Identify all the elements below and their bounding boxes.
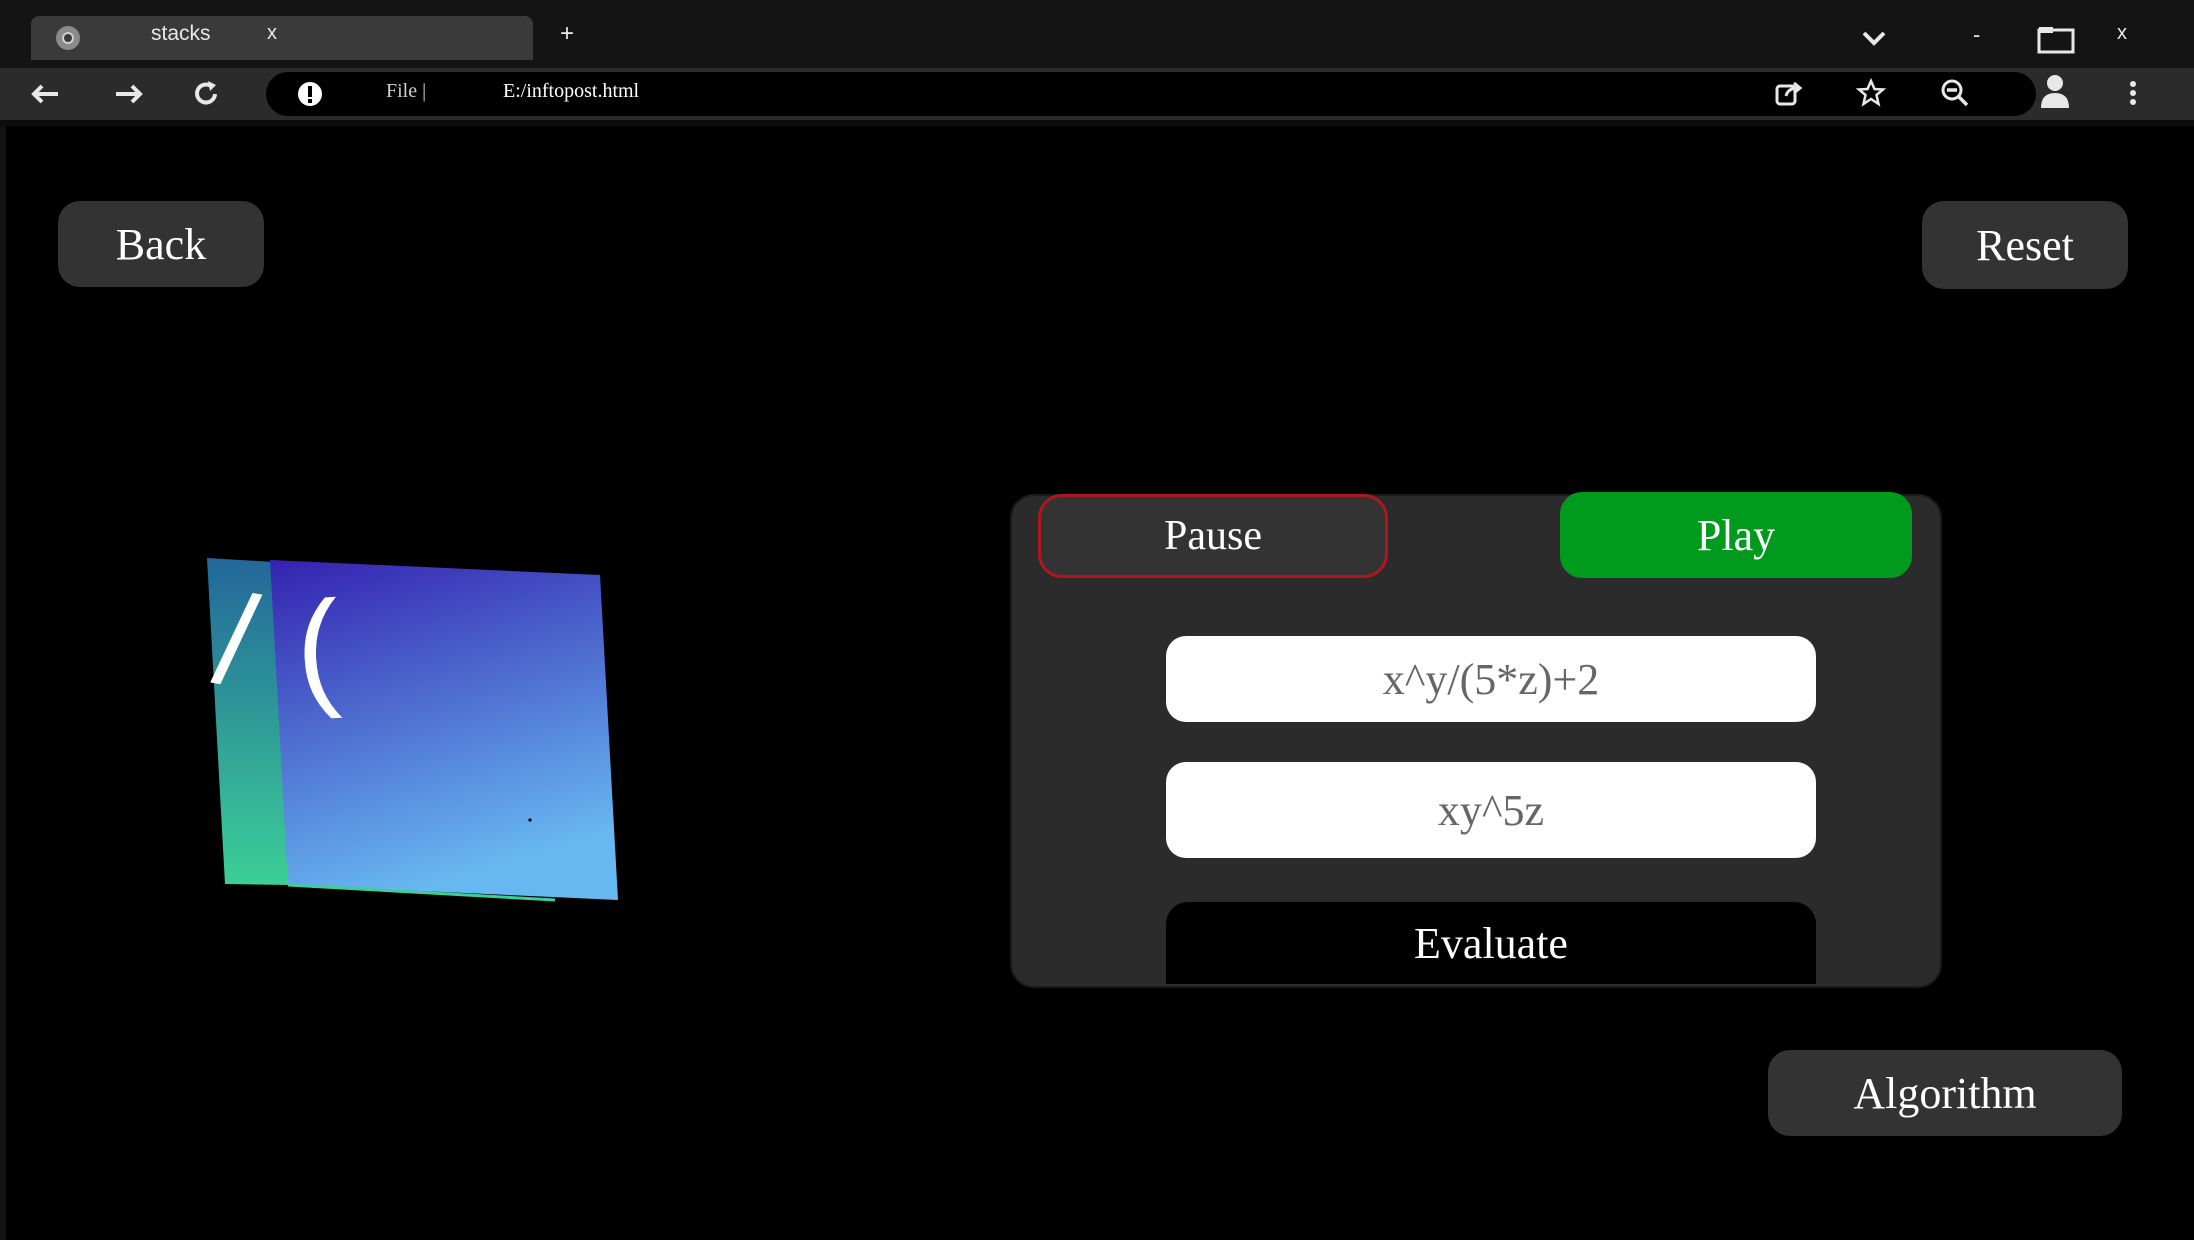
reload-icon[interactable] (189, 77, 223, 111)
share-icon[interactable] (1774, 78, 1804, 108)
infix-expression-input[interactable] (1166, 636, 1816, 722)
algorithm-button[interactable]: Algorithm (1768, 1050, 2122, 1136)
profile-avatar-icon[interactable] (2038, 72, 2072, 110)
evaluate-button[interactable]: Evaluate (1166, 902, 1816, 984)
reset-button[interactable]: Reset (1922, 201, 2128, 289)
tab-title: stacks (151, 22, 211, 45)
site-info-icon[interactable] (296, 80, 324, 108)
maximize-icon[interactable] (2036, 24, 2076, 54)
toolbar-divider (0, 120, 2194, 126)
back-arrow-icon[interactable] (28, 77, 62, 111)
zoom-out-icon[interactable] (1940, 78, 1970, 108)
minimize-button[interactable]: - (1973, 22, 1980, 48)
stack-visualization (207, 558, 618, 902)
browser-logo-icon (56, 26, 80, 50)
url-text[interactable]: E:/inftopost.html (503, 80, 639, 103)
browser-tab[interactable]: stacks x (31, 16, 533, 60)
bookmark-star-icon[interactable] (1856, 78, 1886, 108)
tab-close-button[interactable]: x (267, 22, 277, 45)
tab-search-chevron-icon[interactable] (1860, 28, 1888, 48)
back-button[interactable]: Back (58, 201, 264, 287)
postfix-expression-output[interactable] (1166, 762, 1816, 858)
pause-button[interactable]: Pause (1038, 494, 1388, 578)
url-scheme-label: File | (386, 80, 427, 102)
window-frame (0, 126, 6, 1240)
play-button[interactable]: Play (1560, 492, 1912, 578)
window-close-button[interactable]: x (2117, 22, 2127, 45)
new-tab-button[interactable]: + (560, 20, 574, 48)
tab-strip: stacks x + - x (0, 0, 2194, 68)
forward-arrow-icon[interactable] (112, 77, 146, 111)
more-menu-icon[interactable] (2126, 78, 2140, 108)
stack-item-paren: ( (292, 572, 344, 722)
